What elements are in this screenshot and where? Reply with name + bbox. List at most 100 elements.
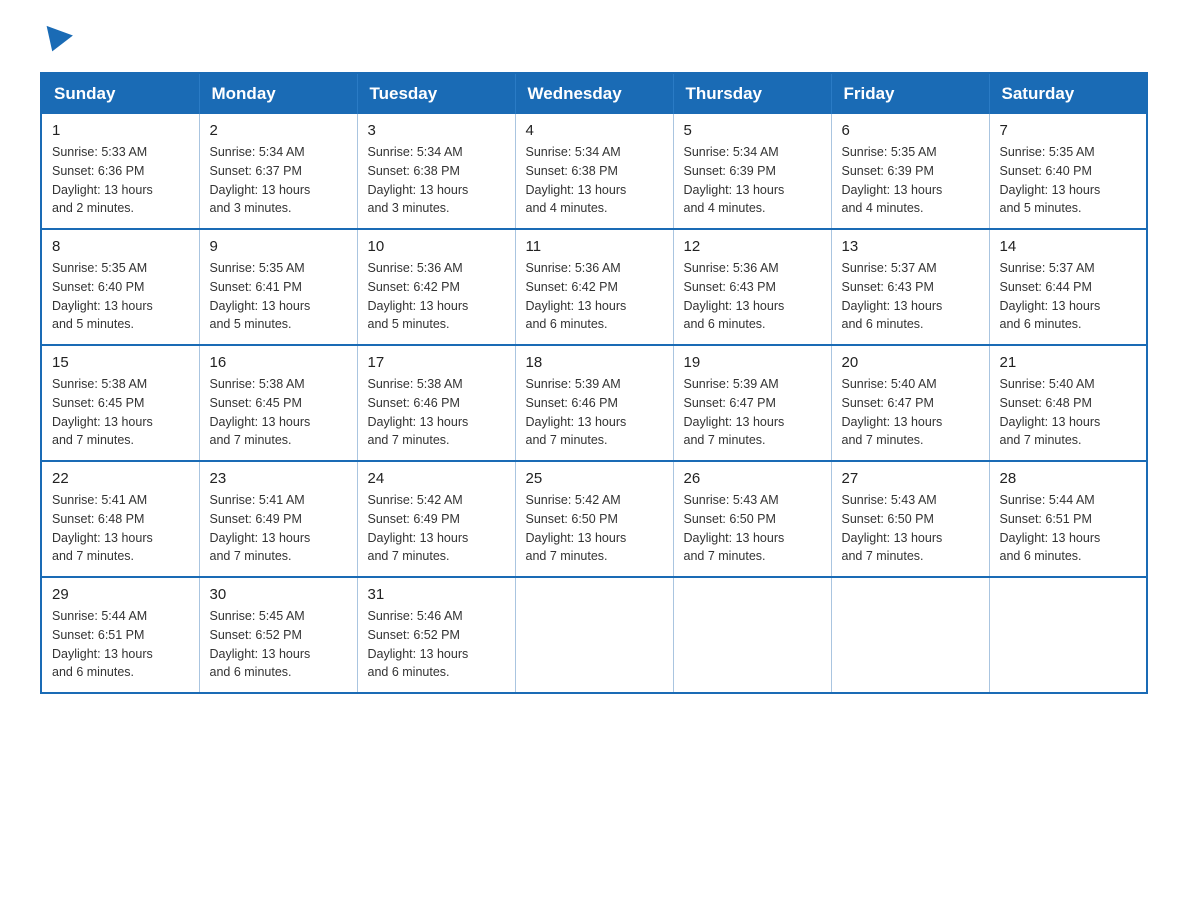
- weekday-header-row: SundayMondayTuesdayWednesdayThursdayFrid…: [41, 73, 1147, 114]
- calendar-cell: 1 Sunrise: 5:33 AMSunset: 6:36 PMDayligh…: [41, 114, 199, 229]
- day-number: 19: [684, 354, 821, 371]
- calendar-cell: 2 Sunrise: 5:34 AMSunset: 6:37 PMDayligh…: [199, 114, 357, 229]
- day-info: Sunrise: 5:42 AMSunset: 6:49 PMDaylight:…: [368, 491, 505, 566]
- day-number: 15: [52, 354, 189, 371]
- day-info: Sunrise: 5:38 AMSunset: 6:45 PMDaylight:…: [210, 375, 347, 450]
- day-info: Sunrise: 5:43 AMSunset: 6:50 PMDaylight:…: [684, 491, 821, 566]
- day-number: 3: [368, 122, 505, 139]
- day-number: 22: [52, 470, 189, 487]
- weekday-header-tuesday: Tuesday: [357, 73, 515, 114]
- calendar-cell: 12 Sunrise: 5:36 AMSunset: 6:43 PMDaylig…: [673, 229, 831, 345]
- day-number: 25: [526, 470, 663, 487]
- week-row-5: 29 Sunrise: 5:44 AMSunset: 6:51 PMDaylig…: [41, 577, 1147, 693]
- day-number: 11: [526, 238, 663, 255]
- day-number: 6: [842, 122, 979, 139]
- day-info: Sunrise: 5:35 AMSunset: 6:40 PMDaylight:…: [1000, 143, 1137, 218]
- day-number: 21: [1000, 354, 1137, 371]
- calendar-cell: 17 Sunrise: 5:38 AMSunset: 6:46 PMDaylig…: [357, 345, 515, 461]
- day-info: Sunrise: 5:44 AMSunset: 6:51 PMDaylight:…: [1000, 491, 1137, 566]
- day-info: Sunrise: 5:44 AMSunset: 6:51 PMDaylight:…: [52, 607, 189, 682]
- calendar-cell: [831, 577, 989, 693]
- calendar-cell: 16 Sunrise: 5:38 AMSunset: 6:45 PMDaylig…: [199, 345, 357, 461]
- day-number: 20: [842, 354, 979, 371]
- page-header: [40, 30, 1148, 52]
- day-info: Sunrise: 5:36 AMSunset: 6:42 PMDaylight:…: [368, 259, 505, 334]
- calendar-cell: 20 Sunrise: 5:40 AMSunset: 6:47 PMDaylig…: [831, 345, 989, 461]
- day-number: 16: [210, 354, 347, 371]
- day-info: Sunrise: 5:33 AMSunset: 6:36 PMDaylight:…: [52, 143, 189, 218]
- calendar-cell: 29 Sunrise: 5:44 AMSunset: 6:51 PMDaylig…: [41, 577, 199, 693]
- day-number: 1: [52, 122, 189, 139]
- logo-triangle-icon: [39, 26, 73, 56]
- calendar-cell: 14 Sunrise: 5:37 AMSunset: 6:44 PMDaylig…: [989, 229, 1147, 345]
- calendar-cell: 23 Sunrise: 5:41 AMSunset: 6:49 PMDaylig…: [199, 461, 357, 577]
- calendar-cell: 28 Sunrise: 5:44 AMSunset: 6:51 PMDaylig…: [989, 461, 1147, 577]
- week-row-4: 22 Sunrise: 5:41 AMSunset: 6:48 PMDaylig…: [41, 461, 1147, 577]
- day-info: Sunrise: 5:38 AMSunset: 6:46 PMDaylight:…: [368, 375, 505, 450]
- calendar-cell: 4 Sunrise: 5:34 AMSunset: 6:38 PMDayligh…: [515, 114, 673, 229]
- weekday-header-sunday: Sunday: [41, 73, 199, 114]
- weekday-header-thursday: Thursday: [673, 73, 831, 114]
- day-info: Sunrise: 5:39 AMSunset: 6:47 PMDaylight:…: [684, 375, 821, 450]
- calendar-cell: 22 Sunrise: 5:41 AMSunset: 6:48 PMDaylig…: [41, 461, 199, 577]
- day-info: Sunrise: 5:34 AMSunset: 6:38 PMDaylight:…: [526, 143, 663, 218]
- calendar-cell: 25 Sunrise: 5:42 AMSunset: 6:50 PMDaylig…: [515, 461, 673, 577]
- day-info: Sunrise: 5:34 AMSunset: 6:39 PMDaylight:…: [684, 143, 821, 218]
- day-number: 18: [526, 354, 663, 371]
- calendar-cell: [989, 577, 1147, 693]
- day-info: Sunrise: 5:41 AMSunset: 6:49 PMDaylight:…: [210, 491, 347, 566]
- weekday-header-saturday: Saturday: [989, 73, 1147, 114]
- calendar-cell: 9 Sunrise: 5:35 AMSunset: 6:41 PMDayligh…: [199, 229, 357, 345]
- day-number: 29: [52, 586, 189, 603]
- calendar-cell: 18 Sunrise: 5:39 AMSunset: 6:46 PMDaylig…: [515, 345, 673, 461]
- calendar-cell: 5 Sunrise: 5:34 AMSunset: 6:39 PMDayligh…: [673, 114, 831, 229]
- day-number: 12: [684, 238, 821, 255]
- day-number: 26: [684, 470, 821, 487]
- day-info: Sunrise: 5:41 AMSunset: 6:48 PMDaylight:…: [52, 491, 189, 566]
- week-row-2: 8 Sunrise: 5:35 AMSunset: 6:40 PMDayligh…: [41, 229, 1147, 345]
- calendar-cell: [515, 577, 673, 693]
- day-number: 2: [210, 122, 347, 139]
- day-number: 8: [52, 238, 189, 255]
- day-number: 13: [842, 238, 979, 255]
- day-number: 10: [368, 238, 505, 255]
- day-number: 14: [1000, 238, 1137, 255]
- calendar-cell: 7 Sunrise: 5:35 AMSunset: 6:40 PMDayligh…: [989, 114, 1147, 229]
- day-info: Sunrise: 5:34 AMSunset: 6:37 PMDaylight:…: [210, 143, 347, 218]
- day-info: Sunrise: 5:40 AMSunset: 6:47 PMDaylight:…: [842, 375, 979, 450]
- calendar-cell: 30 Sunrise: 5:45 AMSunset: 6:52 PMDaylig…: [199, 577, 357, 693]
- day-info: Sunrise: 5:38 AMSunset: 6:45 PMDaylight:…: [52, 375, 189, 450]
- calendar-cell: 10 Sunrise: 5:36 AMSunset: 6:42 PMDaylig…: [357, 229, 515, 345]
- calendar-cell: 13 Sunrise: 5:37 AMSunset: 6:43 PMDaylig…: [831, 229, 989, 345]
- week-row-1: 1 Sunrise: 5:33 AMSunset: 6:36 PMDayligh…: [41, 114, 1147, 229]
- day-number: 7: [1000, 122, 1137, 139]
- calendar-cell: 11 Sunrise: 5:36 AMSunset: 6:42 PMDaylig…: [515, 229, 673, 345]
- calendar-cell: 26 Sunrise: 5:43 AMSunset: 6:50 PMDaylig…: [673, 461, 831, 577]
- calendar-cell: 15 Sunrise: 5:38 AMSunset: 6:45 PMDaylig…: [41, 345, 199, 461]
- calendar-cell: 27 Sunrise: 5:43 AMSunset: 6:50 PMDaylig…: [831, 461, 989, 577]
- day-info: Sunrise: 5:39 AMSunset: 6:46 PMDaylight:…: [526, 375, 663, 450]
- day-info: Sunrise: 5:35 AMSunset: 6:40 PMDaylight:…: [52, 259, 189, 334]
- logo: [40, 30, 70, 52]
- day-info: Sunrise: 5:35 AMSunset: 6:41 PMDaylight:…: [210, 259, 347, 334]
- day-number: 17: [368, 354, 505, 371]
- calendar-table: SundayMondayTuesdayWednesdayThursdayFrid…: [40, 72, 1148, 694]
- weekday-header-wednesday: Wednesday: [515, 73, 673, 114]
- day-info: Sunrise: 5:40 AMSunset: 6:48 PMDaylight:…: [1000, 375, 1137, 450]
- calendar-cell: 8 Sunrise: 5:35 AMSunset: 6:40 PMDayligh…: [41, 229, 199, 345]
- calendar-cell: 24 Sunrise: 5:42 AMSunset: 6:49 PMDaylig…: [357, 461, 515, 577]
- day-number: 30: [210, 586, 347, 603]
- day-number: 31: [368, 586, 505, 603]
- calendar-cell: 31 Sunrise: 5:46 AMSunset: 6:52 PMDaylig…: [357, 577, 515, 693]
- day-info: Sunrise: 5:36 AMSunset: 6:43 PMDaylight:…: [684, 259, 821, 334]
- day-number: 5: [684, 122, 821, 139]
- calendar-cell: 3 Sunrise: 5:34 AMSunset: 6:38 PMDayligh…: [357, 114, 515, 229]
- week-row-3: 15 Sunrise: 5:38 AMSunset: 6:45 PMDaylig…: [41, 345, 1147, 461]
- day-info: Sunrise: 5:36 AMSunset: 6:42 PMDaylight:…: [526, 259, 663, 334]
- day-info: Sunrise: 5:37 AMSunset: 6:44 PMDaylight:…: [1000, 259, 1137, 334]
- day-info: Sunrise: 5:42 AMSunset: 6:50 PMDaylight:…: [526, 491, 663, 566]
- day-info: Sunrise: 5:46 AMSunset: 6:52 PMDaylight:…: [368, 607, 505, 682]
- day-number: 24: [368, 470, 505, 487]
- day-number: 23: [210, 470, 347, 487]
- day-info: Sunrise: 5:37 AMSunset: 6:43 PMDaylight:…: [842, 259, 979, 334]
